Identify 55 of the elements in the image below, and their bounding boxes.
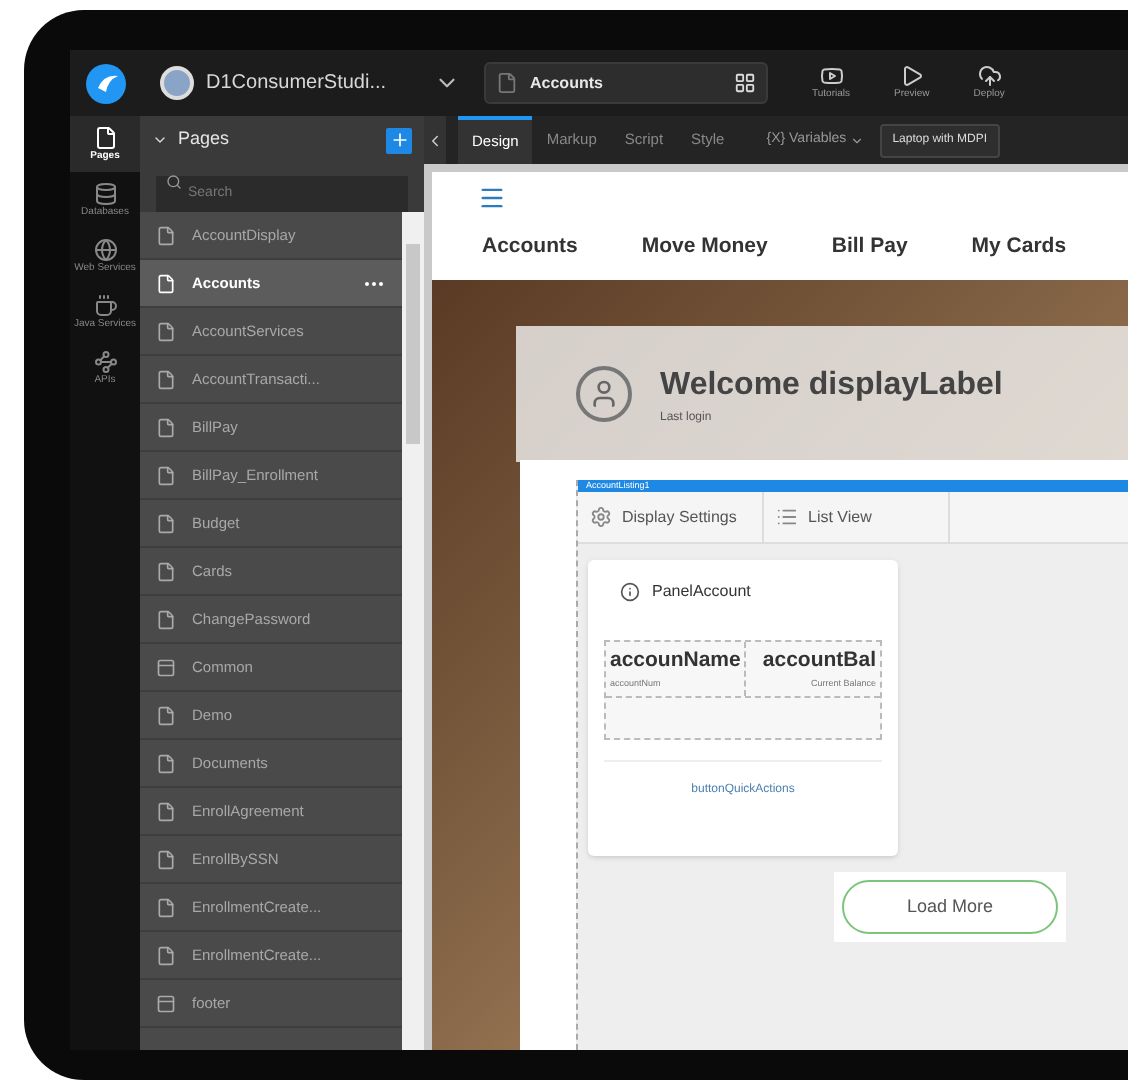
column-title: accountBal — [762, 646, 876, 676]
panel-title: PanelAccount — [652, 580, 751, 604]
page-icon — [156, 369, 176, 389]
page-icon — [156, 417, 176, 437]
plus-icon — [389, 130, 409, 150]
chevron-left-icon — [426, 131, 444, 149]
globe-icon — [93, 238, 117, 262]
caret-icon — [850, 133, 865, 147]
info-icon — [620, 582, 640, 602]
scrollbar[interactable] — [402, 212, 424, 1050]
page-icon — [156, 513, 176, 533]
page-icon — [156, 849, 176, 869]
nodes-icon — [93, 350, 117, 374]
caret-icon[interactable] — [152, 132, 168, 148]
page-icon — [156, 897, 176, 917]
database-icon — [93, 182, 117, 206]
widget-tab[interactable]: List View — [764, 492, 950, 542]
column-title: accounName — [610, 646, 741, 676]
menu-icon[interactable] — [476, 184, 508, 212]
page-icon — [156, 273, 176, 293]
search-icon — [166, 174, 182, 190]
page-icon — [496, 72, 518, 94]
page-icon — [156, 609, 176, 629]
panel-title: Pages — [178, 126, 230, 153]
nav-link[interactable]: Move Money — [641, 232, 768, 264]
project-avatar-icon — [160, 66, 194, 100]
load-more-button[interactable]: Load More — [842, 880, 1058, 935]
nav-link[interactable]: Bill Pay — [831, 232, 908, 264]
page-selector[interactable]: Accounts — [484, 62, 768, 104]
widget-tab[interactable]: Display Settings — [578, 492, 764, 542]
partial-icon — [156, 657, 176, 677]
video-icon — [819, 63, 843, 88]
page-icon — [156, 465, 176, 485]
list-icon — [776, 506, 798, 528]
nav-link[interactable]: My Cards — [971, 232, 1067, 264]
page-icon — [156, 561, 176, 581]
nav-link[interactable]: Accounts — [482, 232, 578, 264]
project-name[interactable]: D1ConsumerStudi... — [206, 68, 387, 98]
welcome-title: Welcome displayLabel — [660, 365, 1003, 405]
cloud-upload-icon — [977, 63, 1002, 88]
add-button[interactable] — [386, 127, 412, 153]
gear-icon — [590, 506, 612, 528]
logo-icon — [85, 63, 125, 103]
grid-icon[interactable] — [734, 72, 756, 94]
page-icon — [156, 705, 176, 725]
cup-icon — [93, 294, 117, 318]
page-icon — [156, 225, 176, 245]
partial-icon — [156, 993, 176, 1013]
page-icon — [156, 801, 176, 821]
page-icon — [156, 321, 176, 341]
page-icon — [156, 945, 176, 965]
page-icon — [156, 753, 176, 773]
play-icon — [899, 63, 924, 88]
page-icon — [93, 126, 117, 150]
user-icon — [576, 366, 632, 422]
